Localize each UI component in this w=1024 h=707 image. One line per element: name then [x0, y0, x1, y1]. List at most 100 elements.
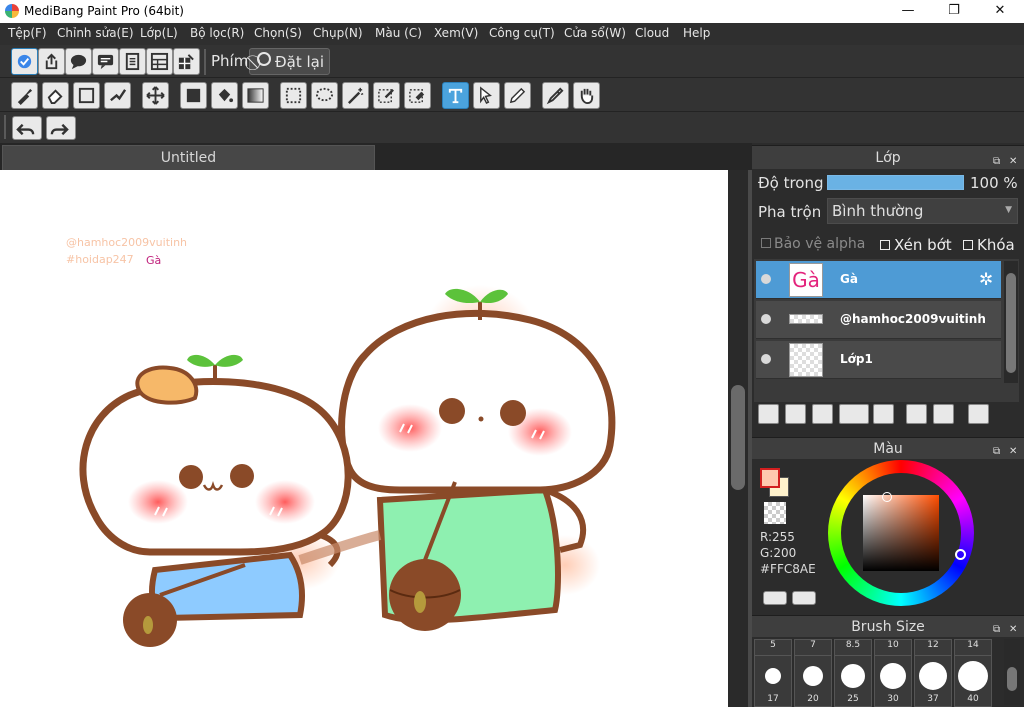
page-icon[interactable]: [119, 48, 146, 75]
panel-layout-icon[interactable]: [146, 48, 173, 75]
magic-wand-tool-icon[interactable]: [342, 82, 369, 109]
brush-size-37-cell[interactable]: 37: [914, 655, 952, 707]
layer-item-ga[interactable]: Gà Gà ✲: [756, 261, 1001, 299]
scrollbar-thumb[interactable]: [1006, 273, 1016, 373]
text-tool-icon[interactable]: [442, 82, 469, 109]
brush-size-40-cell[interactable]: 40: [954, 655, 992, 707]
panel-close-icon[interactable]: ✕: [1009, 150, 1017, 174]
lock-checkbox[interactable]: Khóa: [963, 236, 1015, 254]
circle-slash-icon: [257, 52, 271, 66]
menu-cloud[interactable]: Cloud: [635, 26, 669, 40]
add-layer-menu-icon[interactable]: [839, 404, 869, 424]
scrollbar-thumb[interactable]: [1007, 667, 1017, 691]
brush-size-8-5[interactable]: 8.5: [834, 639, 872, 656]
gear-icon[interactable]: ✲: [979, 270, 993, 290]
brush-size-30-cell[interactable]: 30: [874, 655, 912, 707]
opacity-value: 100 %: [970, 174, 1018, 192]
menu-layer[interactable]: Lớp(L): [140, 26, 178, 40]
transparent-color-swatch[interactable]: [764, 502, 786, 524]
layer-item-lop1[interactable]: Lớp1: [756, 341, 1001, 379]
new-halftone-layer-icon[interactable]: [785, 404, 806, 424]
menu-select[interactable]: Chọn(S): [254, 26, 302, 40]
hue-marker[interactable]: [955, 549, 966, 560]
operation-tool-icon[interactable]: [473, 82, 500, 109]
blur-tool-icon[interactable]: [104, 82, 131, 109]
brush-size-12[interactable]: 12: [914, 639, 952, 656]
brush-dot: [841, 664, 865, 688]
fill-rect-tool-icon[interactable]: [180, 82, 207, 109]
select-pen-tool-icon[interactable]: [373, 82, 400, 109]
brush-size-20-cell[interactable]: 20: [794, 655, 832, 707]
popout-icon[interactable]: ⧉: [993, 150, 1000, 174]
bucket-tool-icon[interactable]: [211, 82, 238, 109]
share-icon[interactable]: [38, 48, 65, 75]
lasso-tool-icon[interactable]: [311, 82, 338, 109]
grid-settings-icon[interactable]: [173, 48, 200, 75]
drawing-canvas[interactable]: @hamhoc2009vuitinh #hoidap247 Gà: [0, 170, 728, 707]
menu-capture[interactable]: Chụp(N): [313, 26, 363, 40]
scrollbar-thumb[interactable]: [731, 385, 745, 490]
cloud-save-button[interactable]: [11, 48, 38, 75]
merge-down-icon[interactable]: [933, 404, 954, 424]
opacity-slider[interactable]: [827, 175, 964, 190]
eyedropper-tool-icon[interactable]: [542, 82, 569, 109]
brush-size-scrollbar[interactable]: [1004, 639, 1020, 705]
divide-tool-icon[interactable]: [504, 82, 531, 109]
protect-alpha-checkbox[interactable]: Bảo vệ alpha: [761, 236, 865, 252]
visibility-toggle[interactable]: [761, 314, 771, 324]
brush-tool-icon[interactable]: [11, 82, 38, 109]
undo-icon[interactable]: [12, 116, 42, 140]
brush-size-10[interactable]: 10: [874, 639, 912, 656]
new-1bit-layer-icon[interactable]: [812, 404, 833, 424]
visibility-toggle[interactable]: [761, 354, 771, 364]
menu-help[interactable]: Help: [683, 26, 710, 40]
menu-tools[interactable]: Công cụ(T): [489, 26, 555, 40]
brush-size-25-cell[interactable]: 25: [834, 655, 872, 707]
hand-tool-icon[interactable]: [573, 82, 600, 109]
sv-marker[interactable]: [882, 492, 892, 502]
select-eraser-tool-icon[interactable]: [404, 82, 431, 109]
saturation-value-square[interactable]: [863, 492, 939, 571]
new-layer-icon[interactable]: [758, 404, 779, 424]
menu-filter[interactable]: Bộ lọc(R): [190, 26, 244, 40]
popout-icon[interactable]: ⧉: [993, 441, 1000, 463]
layer-list-scrollbar[interactable]: [1004, 261, 1018, 383]
visibility-toggle[interactable]: [761, 274, 771, 284]
brush-size-17-cell[interactable]: 17: [754, 655, 792, 707]
blend-mode-select[interactable]: Bình thường ▼: [827, 198, 1018, 224]
gradient-tool-icon[interactable]: [242, 82, 269, 109]
color-picker-icon[interactable]: [792, 591, 816, 605]
menu-edit[interactable]: Chỉnh sửa(E): [57, 26, 134, 40]
layer-item-credit[interactable]: @hamhoc2009vuitinh: [756, 301, 1001, 339]
eraser-tool-icon[interactable]: [42, 82, 69, 109]
brush-size-7[interactable]: 7: [794, 639, 832, 656]
brush-size-5[interactable]: 5: [754, 639, 792, 656]
move-tool-icon[interactable]: [142, 82, 169, 109]
menu-color[interactable]: Màu (C): [375, 26, 422, 40]
foreground-color-swatch[interactable]: [760, 468, 780, 488]
panel-close-icon[interactable]: ✕: [1009, 441, 1017, 463]
redo-icon[interactable]: [46, 116, 76, 140]
minimize-button[interactable]: —: [885, 0, 931, 23]
comment-icon[interactable]: [92, 48, 119, 75]
trash-icon[interactable]: [968, 404, 989, 424]
speech-bubble-icon[interactable]: [65, 48, 92, 75]
duplicate-layer-icon[interactable]: [906, 404, 927, 424]
document-tab[interactable]: Untitled: [2, 145, 375, 170]
brush-dot: [919, 662, 947, 690]
maximize-button[interactable]: ❐: [931, 0, 977, 23]
palette-icon[interactable]: [763, 591, 787, 605]
folder-icon[interactable]: [873, 404, 894, 424]
canvas-vertical-scrollbar[interactable]: [728, 170, 748, 707]
menu-file[interactable]: Tệp(F): [8, 26, 47, 40]
menu-view[interactable]: Xem(V): [434, 26, 478, 40]
select-rect-tool-icon[interactable]: [280, 82, 307, 109]
reset-button[interactable]: ⃠ Đặt lại: [249, 48, 330, 75]
brush-size-14[interactable]: 14: [954, 639, 992, 656]
dot-tool-icon[interactable]: [73, 82, 100, 109]
clipping-checkbox[interactable]: Xén bớt: [880, 236, 952, 254]
window-title: MediBang Paint Pro (64bit): [24, 4, 184, 18]
opacity-label: Độ trong: [758, 174, 824, 192]
close-button[interactable]: ✕: [977, 0, 1023, 23]
menu-window[interactable]: Cửa sổ(W): [564, 26, 626, 40]
